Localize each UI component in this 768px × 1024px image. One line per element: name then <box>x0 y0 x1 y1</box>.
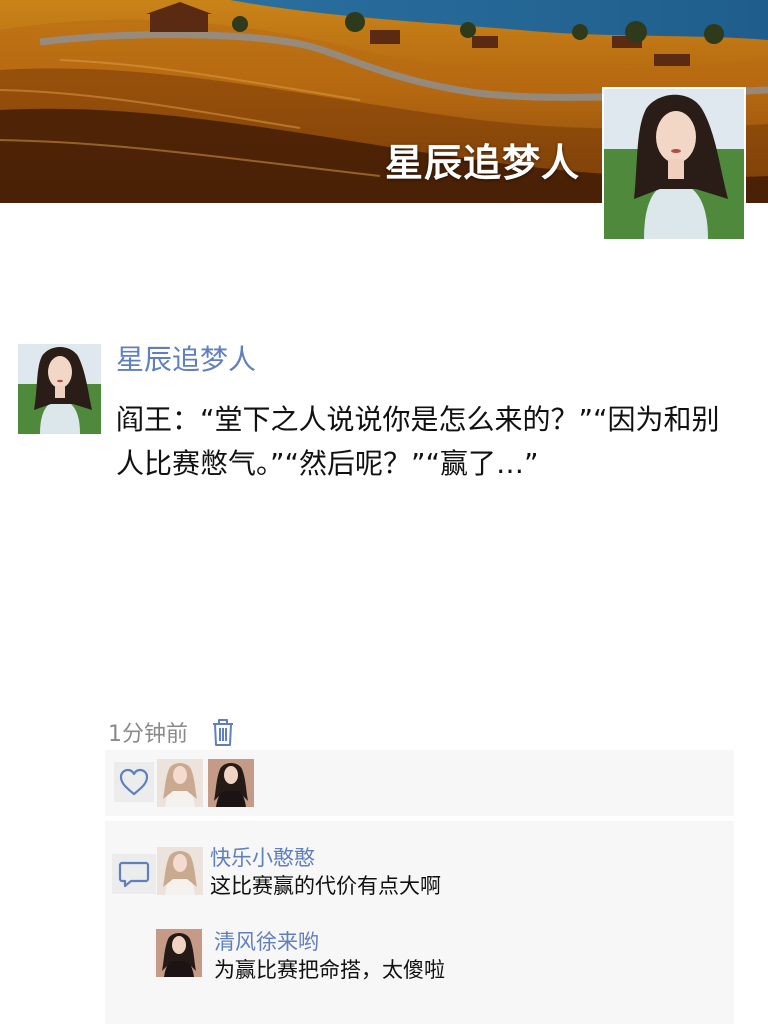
liker-avatar-2 <box>208 759 254 807</box>
comment-icon <box>118 861 150 888</box>
post-content: 阎王：“堂下之人说说你是怎么来的？”“因为和别人比赛憋气。”“然后呢？”“赢了…… <box>116 403 720 480</box>
comment-text: 为赢比赛把命搭，太傻啦 <box>214 958 445 982</box>
like-button[interactable] <box>114 762 154 802</box>
portrait-avatar <box>604 89 744 239</box>
commenter-name[interactable]: 清风徐来哟 <box>214 928 319 956</box>
commenter-avatar-2 <box>156 929 202 977</box>
commenter-avatar[interactable] <box>156 929 202 977</box>
post-author-name[interactable]: 星辰追梦人 <box>116 338 256 382</box>
commenter-avatar[interactable] <box>157 847 203 895</box>
post-meta: 1分钟前 <box>108 714 236 750</box>
liker-avatar[interactable] <box>208 759 254 807</box>
liker-avatar-1 <box>157 759 203 807</box>
trash-icon[interactable] <box>210 717 236 747</box>
heart-icon <box>119 768 149 796</box>
post-timestamp: 1分钟前 <box>108 722 188 747</box>
commenter-avatar-1 <box>157 847 203 895</box>
comment-text: 这比赛赢的代价有点大啊 <box>210 874 441 898</box>
portrait-avatar-small <box>18 344 101 434</box>
profile-name: 星辰追梦人 <box>384 141 580 185</box>
post-author-avatar[interactable] <box>18 344 101 434</box>
liker-avatar[interactable] <box>157 759 203 807</box>
comment-button[interactable] <box>112 854 156 894</box>
profile-avatar[interactable] <box>602 87 746 241</box>
commenter-name[interactable]: 快乐小憨憨 <box>210 844 315 872</box>
likes-panel <box>105 750 734 816</box>
comments-panel: 快乐小憨憨 这比赛赢的代价有点大啊 清风徐来哟 为赢比赛把命搭，太傻啦 <box>105 821 734 1024</box>
